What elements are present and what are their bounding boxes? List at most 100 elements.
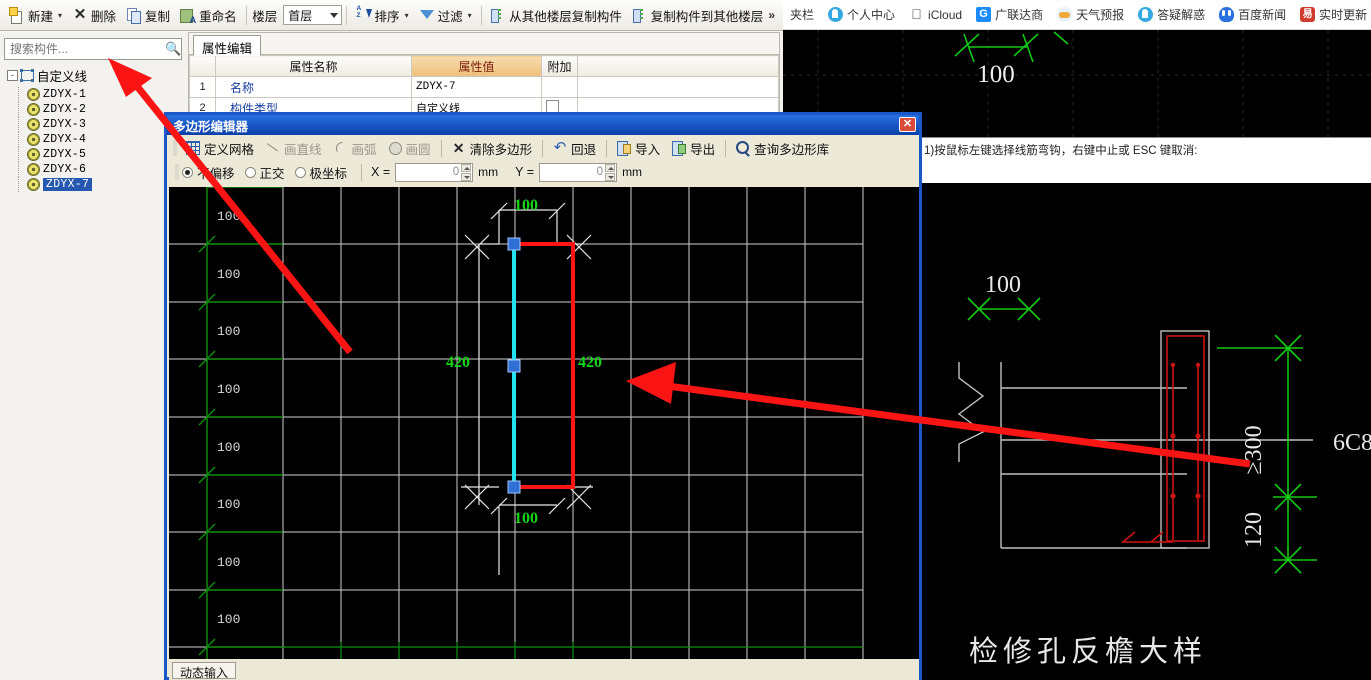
new-button[interactable]: 新建 ▾ [4, 4, 67, 27]
toolbar-grip-handle[interactable] [173, 140, 177, 156]
sort-button[interactable]: 排序 ▾ [351, 4, 414, 27]
property-table-header-row: 属性名称 属性值 附加 [189, 55, 779, 77]
property-tabstrip: 属性编辑 [189, 33, 779, 56]
undo-icon: ↶ [553, 139, 567, 156]
rename-button-label: 重命名 [199, 9, 237, 24]
offset-mode-option[interactable]: 正交 [244, 163, 295, 182]
copy-icon [126, 7, 142, 24]
tree-item-zdyx-5[interactable]: ZDYX-5 [4, 147, 182, 162]
grid-row-label: 100 [217, 440, 241, 455]
bookmark-item[interactable]: 夹栏 [783, 6, 821, 23]
tree-item-zdyx-6[interactable]: ZDYX-6 [4, 162, 182, 177]
x-coord-input[interactable]: 0 [395, 162, 474, 182]
search-icon [736, 141, 750, 155]
tree-connector-line [18, 177, 19, 192]
grid-row-label: 100 [217, 382, 241, 397]
row-spacer [577, 76, 779, 98]
bookmark-label: 百度新闻 [1238, 8, 1287, 22]
tree-item-zdyx-1[interactable]: ZDYX-1 [4, 87, 182, 102]
copy-button-label: 复制 [145, 9, 171, 24]
tool-label: 导出 [690, 142, 716, 157]
vertex-handle [507, 480, 521, 494]
tool-clear-x[interactable]: ✕ 清除多边形 [446, 137, 539, 160]
cad-dim-top: 100 [985, 272, 1021, 298]
radio-button[interactable] [182, 166, 193, 178]
tree-item-zdyx-2[interactable]: ZDYX-2 [4, 102, 182, 117]
tool-label: 清除多边形 [469, 142, 533, 157]
bookmark-item[interactable]: 易实时更新 [1293, 6, 1371, 23]
tool-label: 画圆 [405, 142, 431, 157]
dim-top-label: 100 [514, 197, 538, 214]
tool-import[interactable]: 导入 [611, 137, 666, 160]
x-coord-unit: mm [478, 165, 499, 179]
row-property-value[interactable]: ZDYX-7 [411, 76, 542, 98]
import-icon [617, 141, 632, 156]
toolbar-overflow-button[interactable]: » [768, 8, 783, 22]
bookmark-item[interactable]: G 广联达商 [969, 6, 1050, 23]
dialog-options-bar: 不偏移 正交 极坐标 X = 0 mm Y = 0 mm [167, 161, 919, 183]
polygon-canvas[interactable]: 100 100 100 100 100 100 100 100 100 100 420 420 [169, 187, 919, 659]
toolbar-separator [480, 5, 482, 25]
tab-dynamic-input[interactable]: 动态输入 [172, 662, 237, 680]
chevron-down-icon [329, 13, 338, 18]
search-input[interactable] [5, 42, 165, 56]
property-table: 属性名称 属性值 附加 1 名称 ZDYX-7 2 构件类型 自定义线 [189, 55, 779, 119]
close-icon[interactable]: ✕ [899, 117, 916, 132]
tree-item-zdyx-7[interactable]: ZDYX-7 [4, 177, 182, 192]
toolbar-separator [606, 139, 608, 157]
tool-grid[interactable]: 定义网格 [180, 137, 260, 160]
bookmark-list: 夹栏 个人中心  iCloud G广联达商 天气预报 答疑解惑 百度新闻易实时更新 [783, 6, 1371, 23]
cad-command-bar[interactable]: 1)按鼠标左键选择线筋弯钩，右键中止或 ESC 键取消: [918, 137, 1371, 183]
cad-rebar-label: 6C8 [1333, 430, 1371, 456]
options-grip-handle[interactable] [175, 164, 179, 180]
offset-mode-option[interactable]: 极坐标 [294, 163, 358, 182]
row-extra-cell[interactable] [541, 76, 578, 98]
y-coord-value: 0 [596, 166, 604, 178]
toolbar-separator [542, 139, 544, 157]
tree-item-zdyx-4[interactable]: ZDYX-4 [4, 132, 182, 147]
level-select[interactable]: 首层 [283, 5, 342, 25]
bookmark-item[interactable]: 答疑解惑 [1131, 6, 1212, 23]
y-spinner-up[interactable] [605, 163, 616, 172]
rename-icon [180, 7, 196, 25]
tree-item-label: ZDYX-2 [43, 103, 87, 116]
tool-search[interactable]: 查询多边形库 [730, 137, 835, 160]
chevron-down-icon: ▾ [467, 10, 472, 20]
tree-item-label: ZDYX-4 [43, 133, 87, 146]
person-icon [1138, 7, 1154, 22]
bookmark-item[interactable]:  iCloud [902, 7, 969, 22]
copy-to-other-level-button[interactable]: 复制构件到其他楼层 [627, 4, 769, 27]
property-row[interactable]: 1 名称 ZDYX-7 [189, 76, 779, 98]
arc-icon [334, 141, 348, 155]
dialog-titlebar[interactable]: 多边形编辑器 ✕ [167, 115, 919, 135]
rename-button[interactable]: 重命名 [175, 4, 242, 27]
copy-button[interactable]: 复制 [121, 4, 175, 27]
bookmark-item[interactable]: 天气预报 [1050, 6, 1131, 23]
x-spinner-up[interactable] [461, 163, 472, 172]
tool-export[interactable]: 导出 [666, 137, 721, 160]
tree-item-zdyx-3[interactable]: ZDYX-3 [4, 117, 182, 132]
filter-button[interactable]: 过滤 ▾ [414, 4, 477, 27]
delete-button-label: 删除 [91, 9, 117, 24]
tab-property-edit[interactable]: 属性编辑 [193, 35, 262, 56]
search-icon[interactable]: 🔍 [165, 41, 181, 57]
delete-button[interactable]: ✕ 删除 [67, 4, 121, 27]
radio-button[interactable] [244, 166, 256, 178]
vertex-handle [507, 359, 521, 373]
tree-expander-icon[interactable]: - [7, 70, 18, 81]
tool-undo[interactable]: ↶ 回退 [547, 137, 602, 160]
tree-root-node[interactable]: - 自定义线 [4, 64, 182, 87]
radio-button[interactable] [294, 166, 306, 178]
bookmark-item[interactable]: 百度新闻 [1212, 6, 1293, 23]
y-spinner-down[interactable] [605, 172, 616, 181]
copy-from-other-level-button[interactable]: 从其他楼层复制构件 [485, 4, 627, 27]
search-component-box[interactable]: 🔍 [4, 38, 182, 60]
y-coord-unit: mm [622, 165, 643, 179]
export-icon [672, 141, 687, 156]
tool-label: 查询多边形库 [754, 142, 830, 157]
component-gear-icon [28, 119, 39, 130]
offset-mode-option[interactable]: 不偏移 [182, 163, 245, 182]
x-spinner-down[interactable] [461, 172, 472, 181]
bookmark-item[interactable]: 个人中心 [821, 6, 902, 23]
y-coord-input[interactable]: 0 [539, 162, 618, 182]
